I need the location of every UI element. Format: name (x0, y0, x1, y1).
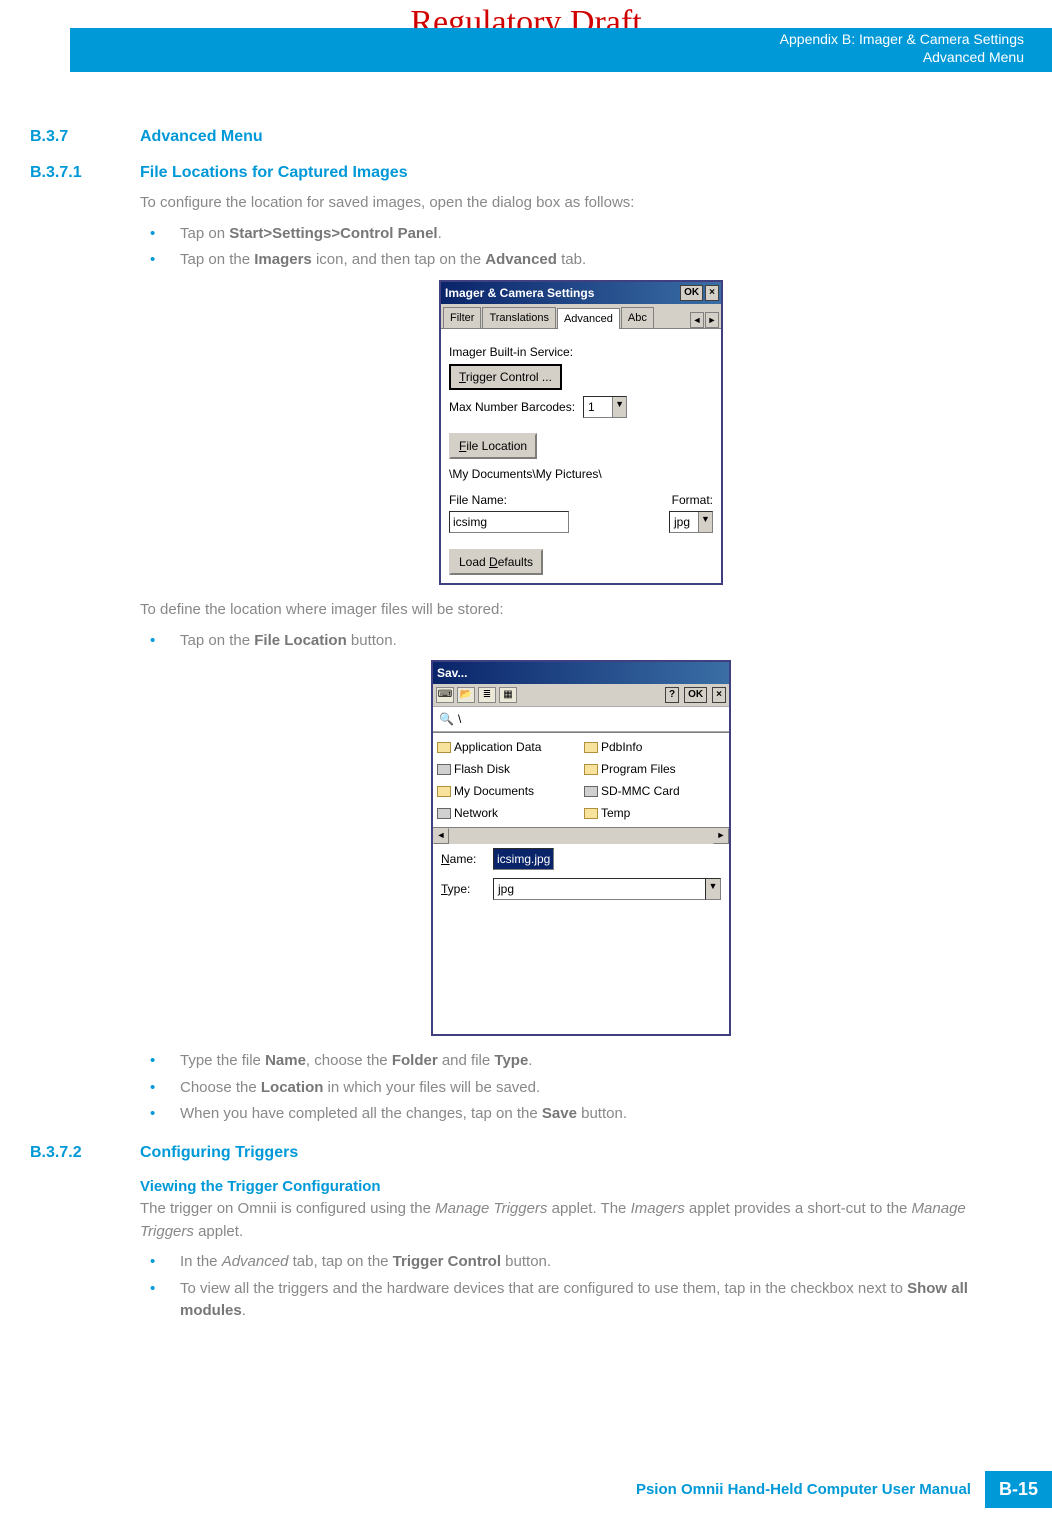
trigger-control-button[interactable]: Trigger Control ... (449, 364, 562, 390)
type-combo[interactable]: jpg▼ (493, 878, 721, 900)
label: File Name: (449, 491, 507, 509)
path-text: \ (458, 710, 461, 728)
window-title: Sav... (437, 664, 467, 682)
tabstrip: Filter Translations Advanced Abc ◄ ► (441, 304, 721, 329)
folder-icon (437, 742, 451, 753)
page-content: B.3.7 Advanced Menu B.3.7.1 File Locatio… (30, 110, 1022, 1327)
list-item: When you have completed all the changes,… (140, 1103, 1022, 1126)
screenshot-save-dialog: Sav... ⌨ 📂 ≣ ▦ ? OK × 🔍 \ Application Da… (431, 660, 731, 1036)
footer-text: Psion Omnii Hand-Held Computer User Manu… (636, 1471, 985, 1508)
path-display: \My Documents\My Pictures\ (449, 465, 713, 483)
folder-item[interactable]: Application Data (437, 737, 578, 757)
max-barcodes-combo[interactable]: 1▼ (583, 396, 627, 418)
folder-item[interactable]: Network (437, 803, 578, 823)
screenshot-imager-settings: Imager & Camera Settings OK × Filter Tra… (439, 280, 723, 586)
folder-item[interactable]: Program Files (584, 759, 725, 779)
path-row: 🔍 \ (433, 706, 729, 732)
section-number: B.3.7.1 (30, 164, 140, 182)
tab-scroll-right[interactable]: ► (705, 312, 719, 328)
subheading: Viewing the Trigger Configuration (140, 1176, 1022, 1199)
close-button[interactable]: × (705, 285, 719, 301)
folder-item[interactable]: SD-MMC Card (584, 781, 725, 801)
file-location-button[interactable]: File Location (449, 433, 537, 459)
ok-button[interactable]: OK (680, 285, 703, 301)
page-number: B-15 (985, 1471, 1052, 1508)
footer: Psion Omnii Hand-Held Computer User Manu… (636, 1471, 1052, 1508)
folder-item[interactable]: My Documents (437, 781, 578, 801)
list-item: Choose the Location in which your files … (140, 1077, 1022, 1100)
keyboard-icon[interactable]: ⌨ (436, 687, 454, 703)
section-number: B.3.7 (30, 128, 140, 146)
list-item: Tap on Start>Settings>Control Panel. (140, 223, 1022, 246)
list-item: In the Advanced tab, tap on the Trigger … (140, 1251, 1022, 1274)
section-number: B.3.7.2 (30, 1144, 140, 1162)
toolbar: ⌨ 📂 ≣ ▦ ? OK × (433, 684, 729, 706)
list-item: Tap on the Imagers icon, and then tap on… (140, 249, 1022, 272)
paragraph: To configure the location for saved imag… (140, 192, 1022, 215)
label: Imager Built-in Service: (449, 343, 713, 361)
tab-filter[interactable]: Filter (443, 307, 481, 329)
list-item: Tap on the File Location button. (140, 630, 1022, 653)
close-button[interactable]: × (712, 687, 726, 703)
search-icon: 🔍 (439, 710, 454, 728)
folder-icon[interactable]: 📂 (457, 687, 475, 703)
window-title: Imager & Camera Settings (445, 284, 594, 302)
folder-icon (584, 764, 598, 775)
tab-translations[interactable]: Translations (482, 307, 556, 329)
tab-advanced[interactable]: Advanced (557, 308, 620, 330)
details-icon[interactable]: ▦ (499, 687, 517, 703)
folder-item[interactable]: PdbInfo (584, 737, 725, 757)
section-title: Configuring Triggers (140, 1144, 298, 1162)
name-label: Name: (441, 850, 487, 868)
header-line1: Appendix B: Imager & Camera Settings (780, 30, 1024, 48)
label: Max Number Barcodes: (449, 398, 575, 416)
type-label: Type: (441, 880, 487, 898)
folder-item[interactable]: Flash Disk (437, 759, 578, 779)
folder-icon (437, 786, 451, 797)
titlebar: Sav... (433, 662, 729, 684)
label: Format: (672, 491, 713, 509)
header-line2: Advanced Menu (780, 48, 1024, 66)
help-button[interactable]: ? (665, 687, 679, 703)
card-icon (584, 786, 598, 797)
filename-input[interactable]: icsimg (449, 511, 569, 533)
load-defaults-button[interactable]: Load Defaults (449, 549, 543, 575)
list-item: To view all the triggers and the hardwar… (140, 1278, 1022, 1323)
section-title: File Locations for Captured Images (140, 164, 408, 182)
paragraph: To define the location where imager file… (140, 599, 1022, 622)
scroll-left[interactable]: ◄ (433, 828, 449, 844)
folder-item[interactable]: Temp (584, 803, 725, 823)
list-item: Type the file Name, choose the Folder an… (140, 1050, 1022, 1073)
card-icon (437, 764, 451, 775)
folder-icon (584, 808, 598, 819)
file-list[interactable]: Application Data PdbInfo Flash Disk Prog… (433, 732, 729, 828)
folder-icon (584, 742, 598, 753)
titlebar: Imager & Camera Settings OK × (441, 282, 721, 304)
name-input[interactable]: icsimg.jpg (493, 848, 554, 870)
tab-abc[interactable]: Abc (621, 307, 654, 329)
paragraph: The trigger on Omnii is configured using… (140, 1198, 1022, 1243)
format-combo[interactable]: jpg▼ (669, 511, 713, 533)
card-icon (437, 808, 451, 819)
horizontal-scrollbar[interactable]: ◄ ► (433, 828, 729, 844)
tab-scroll-left[interactable]: ◄ (690, 312, 704, 328)
scroll-right[interactable]: ► (713, 828, 729, 844)
list-icon[interactable]: ≣ (478, 687, 496, 703)
section-title: Advanced Menu (140, 128, 263, 146)
ok-button[interactable]: OK (684, 687, 707, 703)
header-text: Appendix B: Imager & Camera Settings Adv… (780, 30, 1024, 66)
